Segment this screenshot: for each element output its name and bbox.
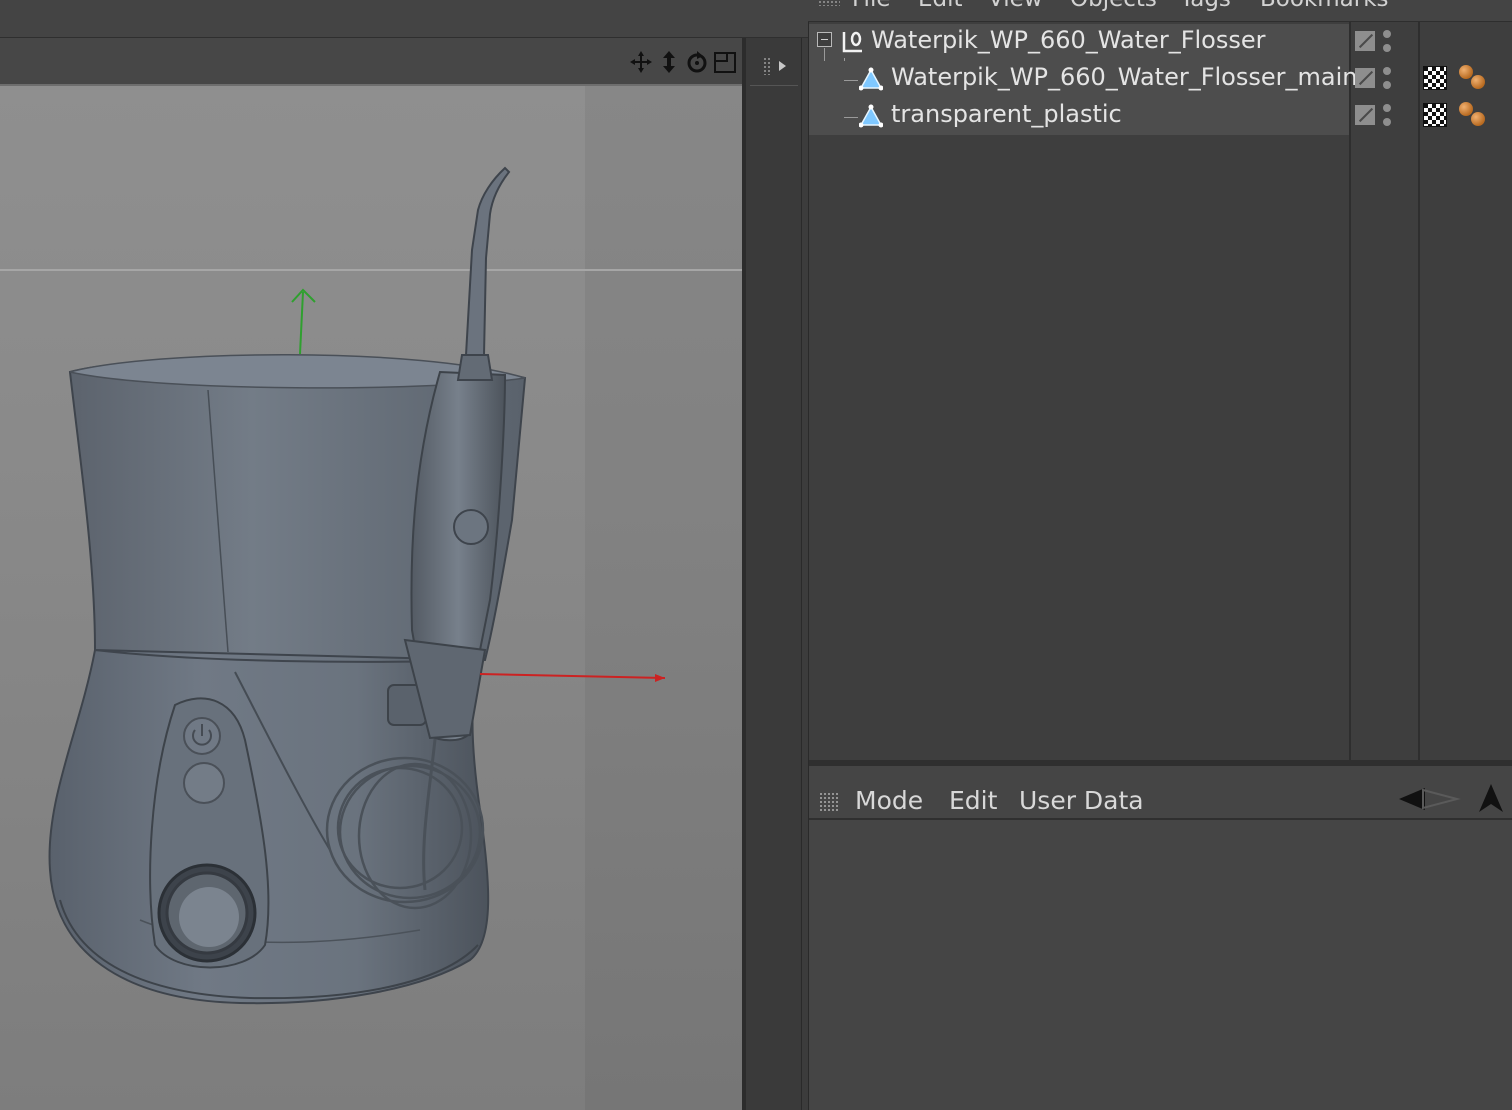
object-row[interactable]: Waterpik_WP_660_Water_Flosser <box>809 24 1512 61</box>
layer-toggle[interactable] <box>1355 68 1375 88</box>
menu-mode[interactable]: Mode <box>855 786 923 815</box>
up-arrow-icon[interactable] <box>1479 784 1503 812</box>
polygon-object-icon <box>859 67 883 91</box>
grip-icon <box>818 0 840 6</box>
side-toolbar-expand-button[interactable] <box>750 46 798 86</box>
collapse-toggle[interactable] <box>817 32 832 47</box>
menu-bookmarks[interactable]: Bookmarks <box>1260 0 1389 12</box>
visibility-dots[interactable] <box>1383 104 1391 126</box>
material-tag-icon[interactable] <box>1459 65 1487 91</box>
texture-tag-icon[interactable] <box>1423 103 1447 127</box>
grip-icon <box>762 56 771 75</box>
texture-tag-icon[interactable] <box>1423 66 1447 90</box>
viewport-nav-icons <box>628 48 738 76</box>
menu-tags[interactable]: Tags <box>1180 0 1231 12</box>
object-name[interactable]: Waterpik_WP_660_Water_Flosser <box>871 26 1266 54</box>
move-view-icon[interactable] <box>628 48 654 76</box>
attribute-manager-toolbar: Mode Edit User Data <box>809 772 1512 820</box>
object-manager-menubar: File Edit View Objects Tags Bookmarks <box>808 0 1512 22</box>
back-forward-arrows-icon[interactable] <box>1399 786 1461 812</box>
attribute-manager: Mode Edit User Data <box>808 766 1512 1110</box>
water-flosser-model[interactable] <box>0 86 742 1110</box>
object-row[interactable]: transparent_plastic <box>809 98 1512 135</box>
material-tag-icon[interactable] <box>1459 102 1487 128</box>
object-name[interactable]: transparent_plastic <box>891 100 1122 128</box>
menu-edit[interactable]: Edit <box>949 786 997 815</box>
menu-user-data[interactable]: User Data <box>1019 786 1144 815</box>
layer-toggle[interactable] <box>1355 31 1375 51</box>
visibility-dots[interactable] <box>1383 30 1391 52</box>
menu-file[interactable]: File <box>852 0 891 12</box>
expand-arrow-icon <box>778 60 786 71</box>
rotate-view-icon[interactable] <box>684 48 710 76</box>
null-object-icon <box>842 31 862 53</box>
object-row[interactable]: Waterpik_WP_660_Water_Flosser_main <box>809 61 1512 98</box>
side-toolbar <box>746 38 802 1110</box>
viewport-top-strip <box>0 0 808 38</box>
layer-toggle[interactable] <box>1355 105 1375 125</box>
object-manager: Waterpik_WP_660_Water_Flosser Waterpik_W… <box>808 22 1512 766</box>
polygon-object-icon <box>859 104 883 128</box>
menu-objects[interactable]: Objects <box>1070 0 1157 12</box>
3d-viewport[interactable] <box>0 86 742 1110</box>
maximize-view-icon[interactable] <box>712 48 738 76</box>
dolly-view-icon[interactable] <box>656 48 682 76</box>
menu-view[interactable]: View <box>988 0 1043 12</box>
object-name[interactable]: Waterpik_WP_660_Water_Flosser_main <box>891 63 1357 91</box>
menu-edit[interactable]: Edit <box>918 0 963 12</box>
viewport-header <box>0 38 742 86</box>
visibility-dots[interactable] <box>1383 67 1391 89</box>
grip-icon <box>819 792 839 812</box>
